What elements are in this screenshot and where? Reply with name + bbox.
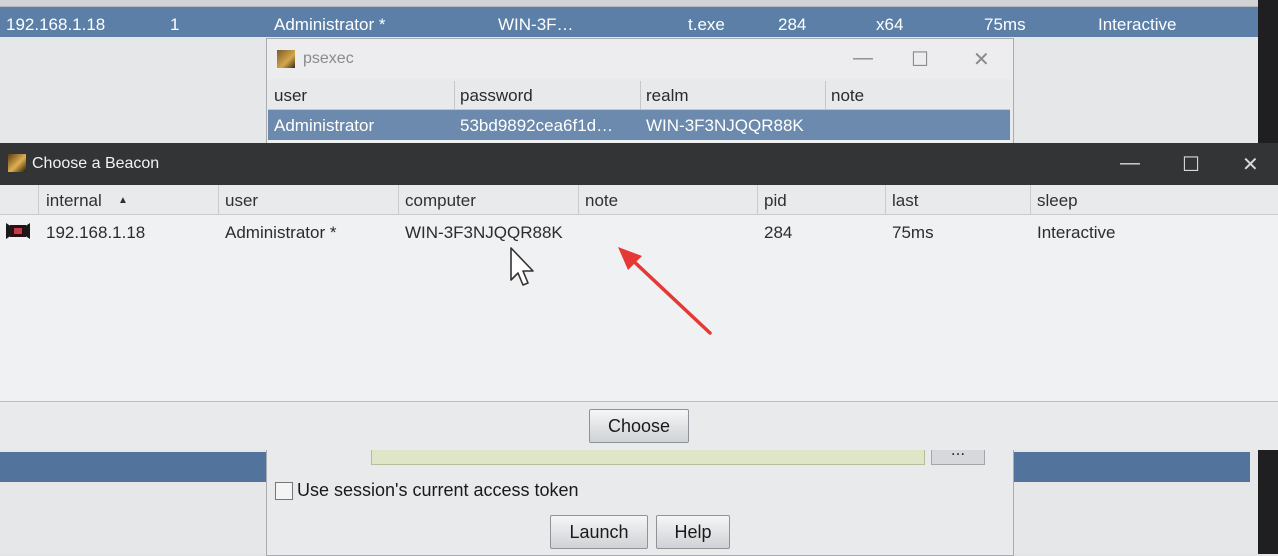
psexec-title: psexec <box>303 50 354 67</box>
credentials-table: user password realm note Administrator 5… <box>268 81 1010 143</box>
beacon-cell-last: 75ms <box>892 223 934 242</box>
column-divider <box>640 81 641 109</box>
column-header-note[interactable]: note <box>585 191 618 211</box>
beacon-title-bar[interactable]: Choose a Beacon — ☐ ✕ <box>0 143 1278 185</box>
red-arrow-icon <box>618 247 712 335</box>
bg-cell-user: Administrator * <box>274 15 386 34</box>
maximize-icon[interactable]: ☐ <box>1182 152 1200 177</box>
column-divider <box>398 185 399 214</box>
bg-cell-computer: WIN-3F… <box>498 15 574 34</box>
psexec-title-bar[interactable]: psexec — ☐ ✕ <box>267 39 1013 79</box>
maximize-icon[interactable]: ☐ <box>911 47 929 72</box>
credentials-table-header: user password realm note <box>268 81 1010 110</box>
bg-cell-listener: 1 <box>170 15 180 34</box>
mouse-cursor-icon <box>510 247 534 286</box>
credential-password: 53bd9892cea6f1d… <box>460 116 614 135</box>
column-divider <box>218 185 219 214</box>
column-header-pid[interactable]: pid <box>764 191 787 211</box>
beacon-dialog-footer: Choose <box>0 401 1278 450</box>
column-header-realm[interactable]: realm <box>646 86 689 106</box>
credential-user: Administrator <box>274 116 375 135</box>
beacon-dialog-title: Choose a Beacon <box>32 155 160 172</box>
sort-ascending-icon[interactable]: ▲ <box>118 195 128 206</box>
column-divider <box>825 81 826 109</box>
beacon-cell-sleep: Interactive <box>1037 223 1116 242</box>
beacon-cell-internal: 192.168.1.18 <box>46 223 146 242</box>
column-header-sleep[interactable]: sleep <box>1037 191 1078 211</box>
column-divider <box>1030 185 1031 214</box>
beacon-session-icon <box>6 223 30 239</box>
column-header-last[interactable]: last <box>892 191 918 211</box>
beacon-cell-user: Administrator * <box>225 223 337 242</box>
column-header-user[interactable]: user <box>225 191 258 211</box>
close-icon[interactable]: ✕ <box>1242 152 1259 177</box>
column-header-password[interactable]: password <box>460 86 533 106</box>
column-divider <box>757 185 758 214</box>
close-icon[interactable]: ✕ <box>973 47 990 72</box>
column-divider <box>885 185 886 214</box>
beacon-table-header: internal ▲ user computer note pid last s… <box>0 185 1278 215</box>
beacon-row[interactable]: 192.168.1.18 Administrator * WIN-3F3NJQQ… <box>0 216 1278 246</box>
column-header-computer[interactable]: computer <box>405 191 476 211</box>
column-divider <box>578 185 579 214</box>
column-header-user[interactable]: user <box>274 86 307 106</box>
column-header-internal[interactable]: internal <box>46 191 102 211</box>
bg-cell-pid: 284 <box>778 15 807 34</box>
beacon-app-icon <box>8 154 26 172</box>
column-divider <box>454 81 455 109</box>
use-token-checkbox[interactable] <box>275 482 293 500</box>
bg-cell-internal: 192.168.1.18 <box>6 15 106 34</box>
choose-button[interactable]: Choose <box>589 409 689 443</box>
minimize-icon[interactable]: — <box>1120 152 1140 175</box>
credential-row[interactable]: Administrator 53bd9892cea6f1d… WIN-3F3NJ… <box>268 110 1010 140</box>
background-session-row[interactable]: 192.168.1.18 1 Administrator * WIN-3F… t… <box>0 7 1258 37</box>
beacon-cell-pid: 284 <box>764 223 793 242</box>
bg-cell-sleep: Interactive <box>1098 15 1177 34</box>
help-button[interactable]: Help <box>656 515 730 549</box>
credential-realm: WIN-3F3NJQQR88K <box>646 116 804 135</box>
launch-button[interactable]: Launch <box>550 515 648 549</box>
beacon-cell-computer: WIN-3F3NJQQR88K <box>405 223 563 242</box>
bg-cell-process: t.exe <box>688 15 725 34</box>
background-table-header <box>0 0 1258 7</box>
use-token-label: Use session's current access token <box>297 480 579 500</box>
column-divider <box>38 185 39 214</box>
bg-cell-arch: x64 <box>876 15 904 34</box>
column-header-note[interactable]: note <box>831 86 864 106</box>
psexec-app-icon <box>277 50 295 68</box>
bg-cell-last: 75ms <box>984 15 1026 34</box>
minimize-icon[interactable]: — <box>853 47 873 70</box>
